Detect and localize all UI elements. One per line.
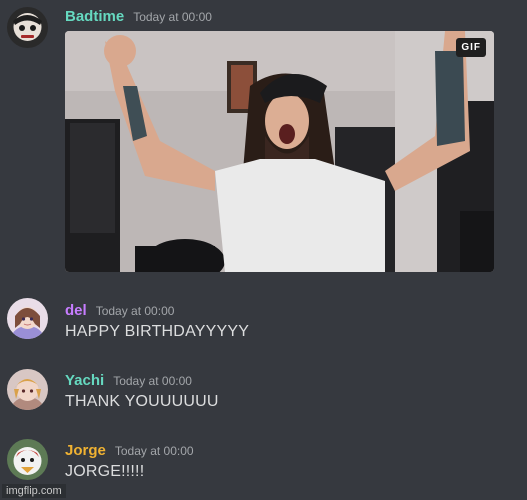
timestamp: Today at 00:00	[133, 10, 212, 24]
message-text: HAPPY BIRTHDAYYYYY	[65, 323, 250, 340]
avatar[interactable]	[7, 7, 48, 48]
avatar[interactable]	[7, 369, 48, 410]
username[interactable]: Yachi	[65, 372, 104, 389]
avatar[interactable]	[7, 439, 48, 480]
gif-badge: GIF	[456, 38, 486, 57]
message-header: Yachi Today at 00:00	[65, 372, 192, 389]
timestamp: Today at 00:00	[113, 374, 192, 388]
message-header: Jorge Today at 00:00	[65, 442, 194, 459]
username[interactable]: Jorge	[65, 442, 106, 459]
watermark: imgflip.com	[2, 484, 66, 498]
message-text: JORGE!!!!!	[65, 463, 145, 480]
message-header: Badtime Today at 00:00	[65, 8, 212, 25]
gif-attachment[interactable]: GIF	[65, 31, 494, 272]
avatar[interactable]	[7, 298, 48, 339]
timestamp: Today at 00:00	[114, 444, 194, 458]
message-text: THANK YOUUUUUU	[65, 393, 219, 410]
username[interactable]: del	[65, 302, 87, 319]
message-header: del Today at 00:00	[65, 302, 174, 319]
username[interactable]: Badtime	[65, 8, 124, 25]
timestamp: Today at 00:00	[95, 304, 175, 318]
